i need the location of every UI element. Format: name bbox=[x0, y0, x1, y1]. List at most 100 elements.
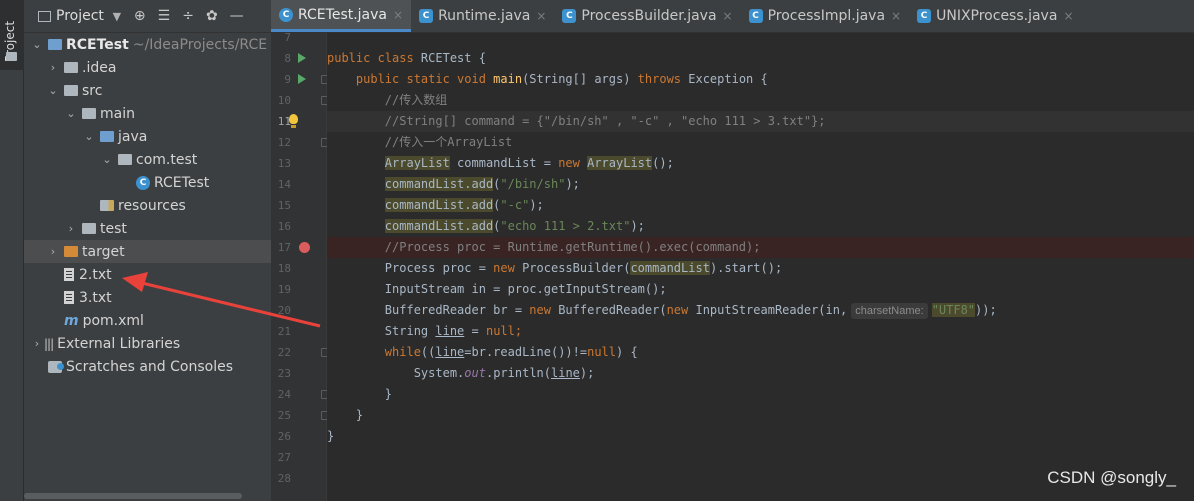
breakpoint-icon[interactable] bbox=[299, 242, 310, 253]
chevron-down-icon[interactable]: ⌄ bbox=[82, 130, 96, 143]
tree-item-src[interactable]: ⌄ src bbox=[24, 79, 271, 102]
run-icon[interactable] bbox=[298, 74, 306, 84]
tree-item-main[interactable]: ⌄ main bbox=[24, 102, 271, 125]
module-folder-icon bbox=[48, 39, 62, 50]
chevron-down-icon[interactable]: ▼ bbox=[110, 10, 124, 23]
tree-item-resources[interactable]: resources bbox=[24, 194, 271, 217]
expand-all-icon[interactable]: ☰ bbox=[158, 8, 171, 24]
tree-item-label: RCETest bbox=[66, 36, 129, 53]
line-number: 7 bbox=[284, 31, 291, 44]
line-number: 9 bbox=[284, 73, 291, 86]
code-editor[interactable]: public class RCETest { public static voi… bbox=[327, 33, 1194, 501]
hide-icon[interactable]: — bbox=[230, 8, 244, 24]
code-line: commandList.add("-c"); bbox=[384, 198, 544, 212]
lightbulb-icon[interactable] bbox=[289, 114, 298, 128]
chevron-down-icon[interactable]: ⌄ bbox=[46, 84, 60, 97]
gutter-line: 8 bbox=[271, 48, 327, 69]
chevron-right-icon[interactable]: › bbox=[30, 337, 44, 350]
tree-item-label: Scratches and Consoles bbox=[66, 358, 233, 375]
line-number: 8 bbox=[284, 52, 291, 65]
gutter-line: 23 bbox=[271, 363, 327, 384]
libraries-icon: ||| bbox=[44, 336, 54, 351]
chevron-right-icon[interactable]: › bbox=[64, 222, 78, 235]
tab-label: RCETest.java bbox=[298, 6, 388, 23]
source-folder-icon bbox=[100, 131, 114, 142]
code-line: } bbox=[327, 429, 335, 443]
tree-item-test[interactable]: › test bbox=[24, 217, 271, 240]
class-icon: C bbox=[136, 175, 150, 190]
project-tree: ⌄ RCETest ~/IdeaProjects/RCE › .idea ⌄ s… bbox=[24, 33, 271, 378]
tree-item-label: main bbox=[100, 105, 135, 122]
line-number: 24 bbox=[277, 388, 291, 401]
tree-item-label: .idea bbox=[82, 59, 117, 76]
line-number: 22 bbox=[277, 346, 291, 359]
project-view-selector[interactable]: Project bbox=[56, 8, 104, 24]
line-number: 20 bbox=[277, 304, 291, 317]
tree-item-java[interactable]: ⌄ java bbox=[24, 125, 271, 148]
gutter-line: 11 bbox=[271, 111, 327, 132]
tree-item-scratches[interactable]: Scratches and Consoles bbox=[24, 355, 271, 378]
tree-item-2txt[interactable]: 2.txt bbox=[24, 263, 271, 286]
chevron-right-icon[interactable]: › bbox=[46, 245, 60, 258]
gutter-line: 20 bbox=[271, 300, 327, 321]
line-number: 16 bbox=[277, 220, 291, 233]
chevron-down-icon[interactable]: ⌄ bbox=[30, 38, 44, 51]
panel-toolbar: ⊕ ☰ ÷ ✿ — bbox=[134, 8, 244, 24]
tree-item-3txt[interactable]: 3.txt bbox=[24, 286, 271, 309]
tree-item-label: com.test bbox=[136, 151, 198, 168]
close-icon[interactable]: × bbox=[723, 9, 733, 23]
resources-folder-icon bbox=[100, 200, 114, 211]
tree-item-pom[interactable]: m pom.xml bbox=[24, 309, 271, 332]
scrollbar-thumb[interactable] bbox=[24, 493, 242, 499]
tree-item-root[interactable]: ⌄ RCETest ~/IdeaProjects/RCE bbox=[24, 33, 271, 56]
tree-item-label: src bbox=[82, 82, 103, 99]
tree-item-idea[interactable]: › .idea bbox=[24, 56, 271, 79]
project-folder-icon bbox=[6, 52, 17, 61]
tree-item-target[interactable]: › target bbox=[24, 240, 271, 263]
line-number: 27 bbox=[277, 451, 291, 464]
line-number: 19 bbox=[277, 283, 291, 296]
close-icon[interactable]: × bbox=[891, 9, 901, 23]
tree-item-class[interactable]: C RCETest bbox=[24, 171, 271, 194]
gutter-line: 14 bbox=[271, 174, 327, 195]
tab-runtime[interactable]: C Runtime.java × bbox=[411, 0, 554, 32]
run-icon[interactable] bbox=[298, 53, 306, 63]
horizontal-scrollbar[interactable] bbox=[24, 491, 271, 501]
gutter-line: 9 bbox=[271, 69, 328, 90]
tab-processimpl[interactable]: C ProcessImpl.java × bbox=[741, 0, 910, 32]
gutter-line: 24 bbox=[271, 384, 328, 405]
tab-processbuilder[interactable]: C ProcessBuilder.java × bbox=[554, 0, 740, 32]
close-icon[interactable]: × bbox=[393, 8, 403, 22]
gutter-line: 25 bbox=[271, 405, 328, 426]
chevron-right-icon[interactable]: › bbox=[46, 61, 60, 74]
text-file-icon bbox=[64, 291, 74, 304]
editor-gutter[interactable]: 7 8 9 10 11 12 13 14 15 16 17 18 19 20 2… bbox=[271, 31, 328, 501]
class-icon: C bbox=[279, 7, 293, 22]
line-number: 12 bbox=[277, 136, 291, 149]
line-number: 10 bbox=[277, 94, 291, 107]
editor-tabs: C RCETest.java × C Runtime.java × C Proc… bbox=[271, 0, 1194, 33]
chevron-down-icon[interactable]: ⌄ bbox=[64, 107, 78, 120]
project-panel: Project ▼ ⊕ ☰ ÷ ✿ — ⌄ RCETest ~/IdeaProj… bbox=[24, 0, 271, 501]
chevron-down-icon[interactable]: ⌄ bbox=[100, 153, 114, 166]
tree-item-package[interactable]: ⌄ com.test bbox=[24, 148, 271, 171]
close-icon[interactable]: × bbox=[536, 9, 546, 23]
tab-label: ProcessImpl.java bbox=[767, 8, 886, 24]
gear-icon[interactable]: ✿ bbox=[206, 8, 218, 24]
tree-item-label: target bbox=[82, 243, 125, 260]
close-icon[interactable]: × bbox=[1063, 9, 1073, 23]
locate-icon[interactable]: ⊕ bbox=[134, 8, 146, 24]
parameter-hint: charsetName: bbox=[851, 303, 928, 319]
tree-item-path: ~/IdeaProjects/RCE bbox=[132, 36, 268, 53]
tree-item-external-libraries[interactable]: › ||| External Libraries bbox=[24, 332, 271, 355]
gutter-line: 10 bbox=[271, 90, 328, 111]
tree-item-label: External Libraries bbox=[57, 335, 181, 352]
line-number: 13 bbox=[277, 157, 291, 170]
gutter-line: 19 bbox=[271, 279, 327, 300]
tree-item-label: java bbox=[118, 128, 148, 145]
gutter-line: 16 bbox=[271, 216, 327, 237]
code-line: commandList.add("/bin/sh"); bbox=[384, 177, 580, 191]
tab-unixprocess[interactable]: C UNIXProcess.java × bbox=[909, 0, 1081, 32]
collapse-all-icon[interactable]: ÷ bbox=[182, 8, 194, 24]
decompiled-class-icon: C bbox=[748, 9, 763, 23]
